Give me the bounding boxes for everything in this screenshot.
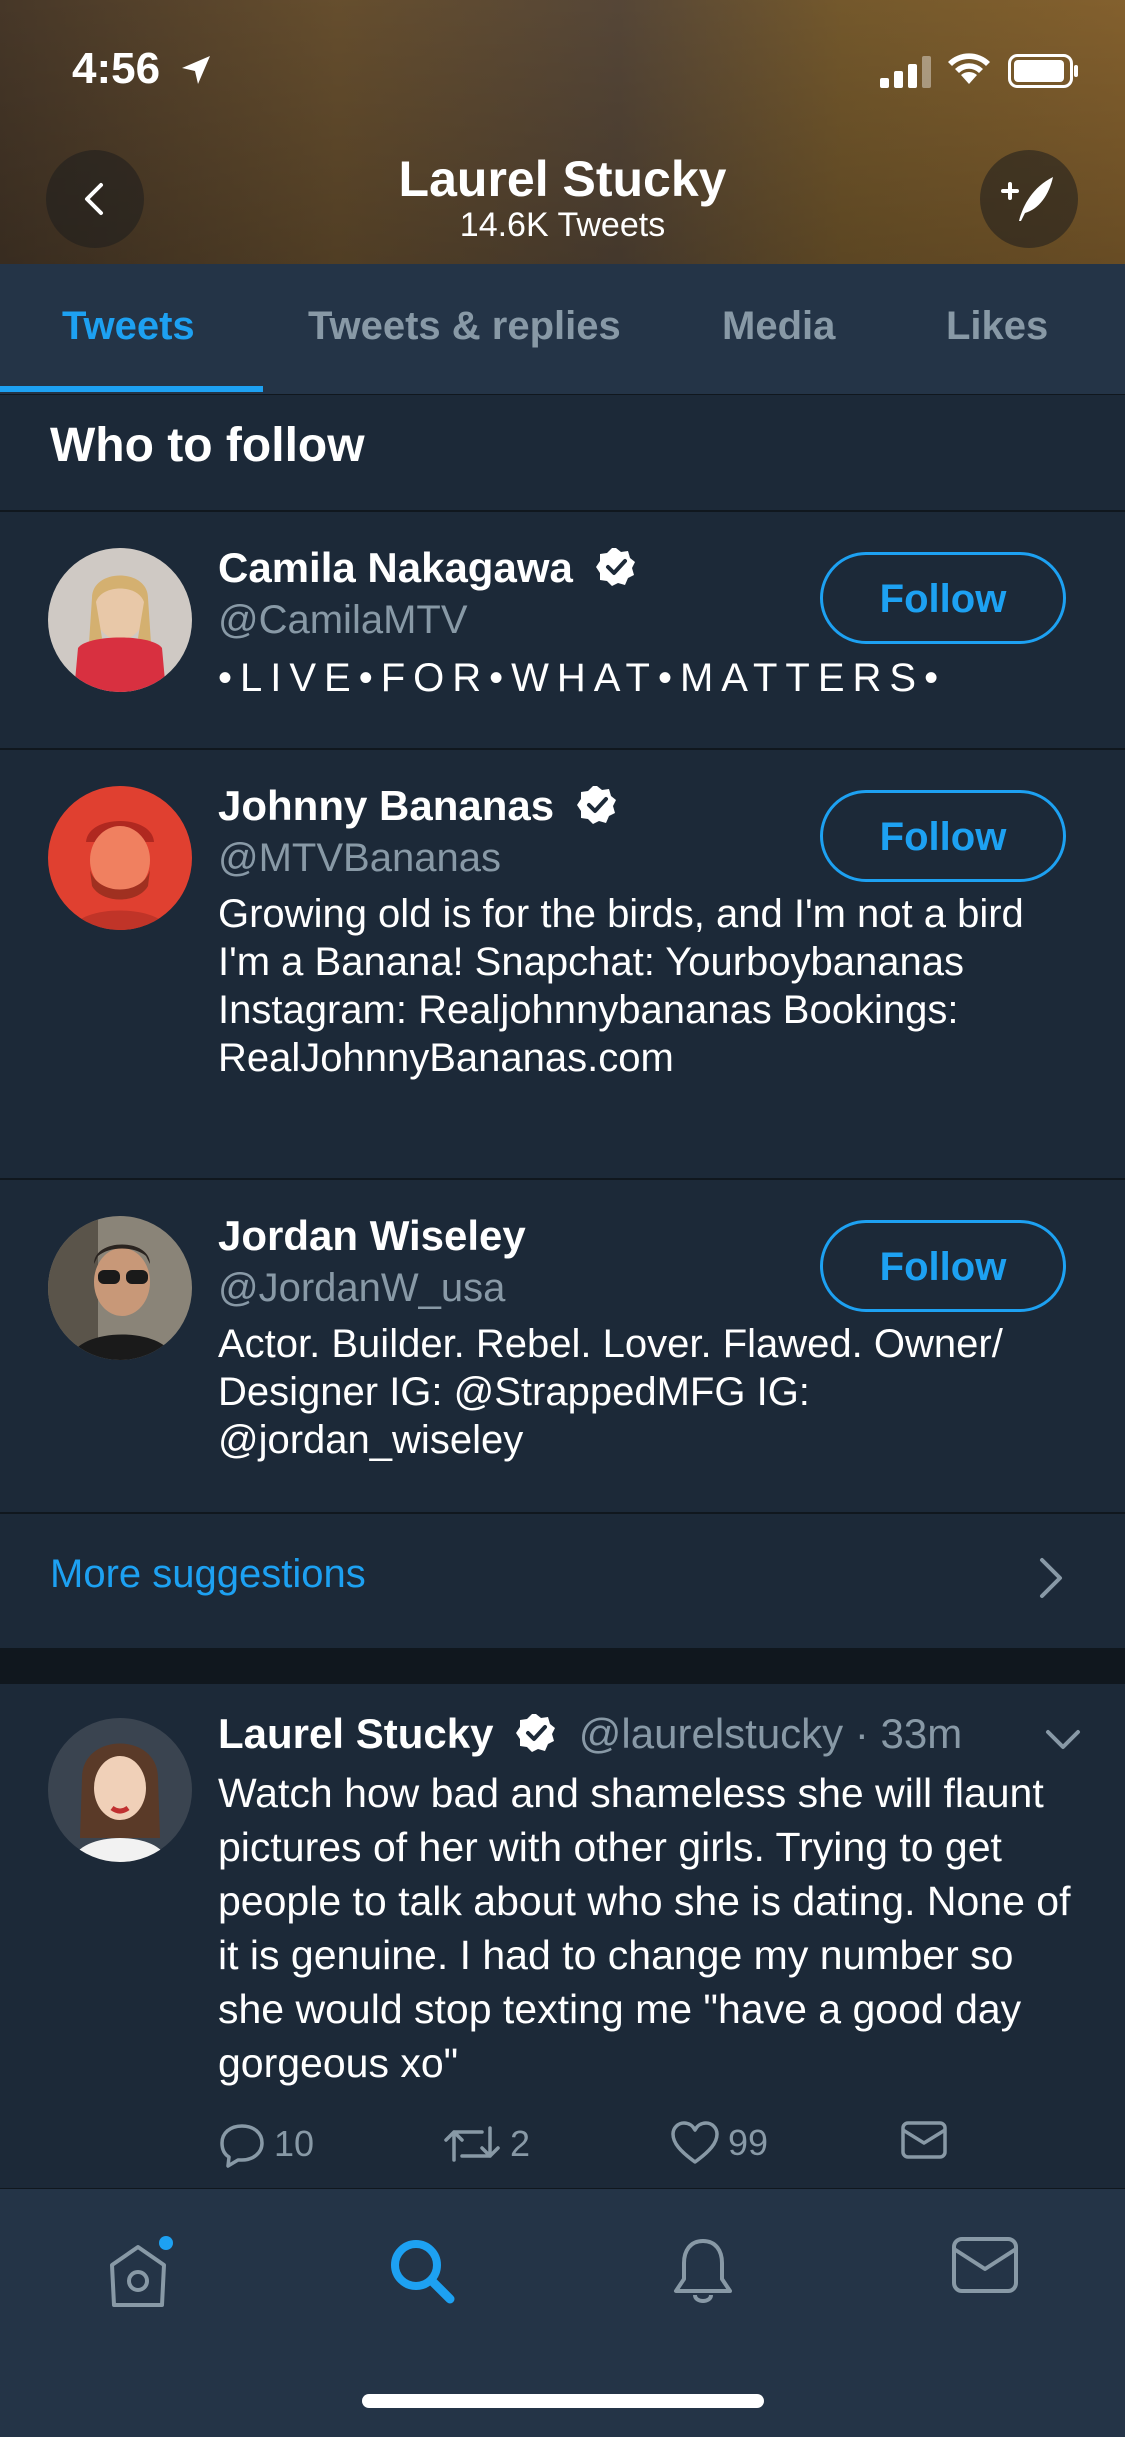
divider: [0, 748, 1125, 750]
tweet-actions: 10 2 99: [218, 2120, 1078, 2180]
verified-icon: [516, 1714, 556, 1752]
suggested-user-name[interactable]: Camila Nakagawa: [218, 544, 637, 592]
chevron-down-icon[interactable]: [1044, 1728, 1082, 1752]
who-to-follow-title: Who to follow: [50, 419, 365, 472]
avatar[interactable]: [48, 1216, 192, 1360]
search-icon: [391, 2240, 455, 2304]
follow-button[interactable]: Follow: [820, 790, 1066, 882]
header-profile-name: Laurel Stucky: [398, 151, 727, 207]
tab-tweets[interactable]: Tweets: [62, 304, 195, 349]
section-separator: [0, 1648, 1125, 1684]
tweet-author-avatar[interactable]: [48, 1718, 192, 1862]
tweet-author-handle: @laurelstucky: [578, 1710, 844, 1757]
suggested-user-bio: Actor. Builder. Rebel. Lover. Flawed. Ow…: [218, 1322, 1003, 1462]
dm-share-button[interactable]: [900, 2120, 948, 2160]
home-icon: [110, 2236, 173, 2307]
tab-media[interactable]: Media: [722, 304, 835, 349]
verified-icon: [595, 548, 635, 586]
suggested-user-name[interactable]: Johnny Bananas: [218, 782, 618, 830]
tweet-timestamp: · 33m: [854, 1710, 963, 1757]
battery-icon: [1008, 54, 1078, 88]
verified-icon: [576, 786, 616, 824]
location-arrow-icon: [182, 56, 210, 84]
follow-button[interactable]: Follow: [820, 1220, 1066, 1312]
notifications-icon: [674, 2239, 732, 2303]
status-bar: 4:56: [0, 0, 1125, 140]
like-icon: [671, 2121, 719, 2164]
tweet-header: Laurel Stucky @laurelstucky · 33m: [218, 1710, 962, 1758]
wifi-icon: [948, 53, 990, 84]
status-time: 4:56: [72, 44, 161, 93]
suggested-user-handle: @JordanW_usa: [218, 1266, 506, 1310]
suggested-user-name-text: Jordan Wiseley: [218, 1212, 526, 1259]
more-suggestions-link[interactable]: More suggestions: [50, 1552, 366, 1597]
header-tweet-count: 14.6K Tweets: [459, 206, 666, 244]
suggested-user-name-text: Camila Nakagawa: [218, 544, 573, 591]
suggested-user-bio: •LIVE•FOR•WHAT•MATTERS•: [218, 656, 947, 700]
nav-notifications-button[interactable]: [670, 2235, 736, 2312]
suggested-user-handle: @MTVBananas: [218, 836, 501, 880]
suggested-user-name[interactable]: Jordan Wiseley: [218, 1212, 526, 1260]
tweet-author-name[interactable]: Laurel Stucky: [218, 1710, 493, 1757]
retweet-button[interactable]: 2: [442, 2120, 530, 2168]
like-count: 99: [728, 2122, 769, 2163]
nav-messages-button[interactable]: [950, 2235, 1020, 2300]
divider: [0, 1178, 1125, 1180]
tab-tweets-and-replies[interactable]: Tweets & replies: [308, 304, 621, 349]
reply-icon: [220, 2124, 264, 2168]
divider: [0, 1512, 1125, 1514]
avatar[interactable]: [48, 786, 192, 930]
dm-icon: [901, 2121, 947, 2159]
compose-tweet-icon: [1001, 177, 1053, 221]
reply-button[interactable]: 10: [218, 2120, 314, 2168]
profile-tabs: Tweets Tweets & replies Media Likes: [0, 264, 1125, 395]
like-button[interactable]: 99: [670, 2120, 768, 2166]
avatar[interactable]: [48, 548, 192, 692]
home-indicator[interactable]: [362, 2394, 764, 2408]
cellular-signal-icon: [880, 56, 931, 88]
messages-icon: [952, 2237, 1018, 2293]
retweet-count: 2: [510, 2123, 531, 2164]
suggested-user-name-text: Johnny Bananas: [218, 782, 555, 829]
retweet-icon: [444, 2126, 500, 2162]
active-tab-indicator: [0, 386, 263, 392]
chevron-right-icon: [1040, 1558, 1062, 1598]
nav-search-button[interactable]: [386, 2235, 458, 2312]
divider: [0, 510, 1125, 512]
suggested-user-bio: Growing old is for the birds, and I'm no…: [218, 892, 1024, 1080]
suggested-user-handle: @CamilaMTV: [218, 598, 468, 642]
nav-home-button[interactable]: [106, 2235, 176, 2314]
tab-likes[interactable]: Likes: [946, 304, 1048, 349]
compose-tweet-button[interactable]: [980, 150, 1078, 248]
tweet-text: Watch how bad and shameless she will fla…: [218, 1770, 1071, 2086]
follow-button[interactable]: Follow: [820, 552, 1066, 644]
reply-count: 10: [274, 2123, 315, 2164]
